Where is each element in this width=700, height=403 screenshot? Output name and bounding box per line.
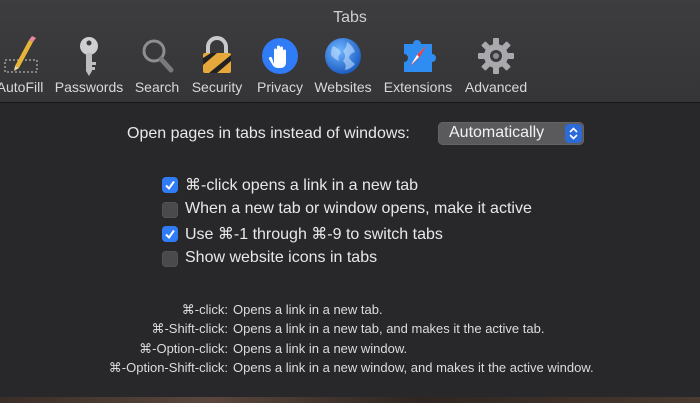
toolbar-item-passwords[interactable]: Passwords [54, 36, 124, 98]
shortcut-description: Opens a link in a new tab. [233, 302, 383, 317]
toolbar-item-advanced[interactable]: Advanced [464, 36, 528, 98]
toolbar-item-label: Security [191, 79, 243, 95]
shortcut-key: ⌘-Option-click: [139, 341, 228, 356]
toolbar-item-label: Privacy [257, 79, 303, 95]
shortcut-description: Opens a link in a new window. [233, 341, 408, 356]
open-pages-selected-value: Automatically [449, 124, 545, 141]
option-label: Use ⌘-1 through ⌘-9 to switch tabs [185, 226, 443, 243]
checkbox[interactable] [162, 177, 178, 193]
window-title: Tabs [333, 9, 367, 26]
key-icon [80, 37, 98, 76]
checkmark-icon [165, 229, 175, 240]
desktop-background-strip [0, 397, 700, 403]
open-pages-label: Open pages in tabs instead of windows: [127, 125, 410, 142]
checkbox[interactable] [162, 251, 178, 267]
shortcut-description: Opens a link in a new window, and makes … [233, 360, 594, 375]
globe-icon [325, 38, 361, 74]
shortcut-description: Opens a link in a new tab, and makes it … [233, 321, 545, 336]
checkmark-icon [165, 180, 175, 191]
magnifier-icon [142, 39, 174, 73]
toolbar-item-label: AutoFill [0, 79, 44, 95]
shortcut-help-row: ⌘-Shift-click: Opens a link in a new tab… [0, 321, 700, 339]
preferences-toolbar: Tabs AutoFill Passwords Search Security … [0, 0, 700, 103]
option-label: When a new tab or window opens, make it … [185, 200, 532, 217]
toolbar-item-label: Websites [314, 79, 372, 95]
shortcut-help-row: ⌘-Option-click: Opens a link in a new wi… [0, 341, 700, 359]
option-label: Show website icons in tabs [185, 249, 378, 266]
toolbar-item-label: Extensions [383, 79, 453, 95]
toolbar-item-label: Passwords [54, 79, 124, 95]
shortcut-help-row: ⌘-Option-Shift-click: Opens a link in a … [0, 360, 700, 378]
toolbar-item-privacy[interactable]: Privacy [255, 36, 305, 98]
shortcut-key: ⌘-Shift-click: [151, 321, 228, 336]
shortcut-key: ⌘-click: [181, 302, 228, 317]
shortcut-key: ⌘-Option-Shift-click: [108, 360, 228, 375]
toolbar-item-autofill[interactable]: AutoFill [0, 36, 46, 98]
shortcut-help-row: ⌘-click: Opens a link in a new tab. [0, 302, 700, 320]
open-pages-select[interactable]: Automatically [438, 122, 584, 145]
pencil-icon [4, 36, 38, 73]
toolbar-item-search[interactable]: Search [133, 36, 181, 98]
puzzle-compass-icon [404, 40, 436, 72]
chevron-up-down-icon [565, 124, 582, 143]
gear-icon [478, 38, 514, 74]
toolbar-item-websites[interactable]: Websites [313, 36, 373, 98]
checkbox[interactable] [162, 202, 178, 218]
padlock-icon [203, 36, 231, 73]
toolbar-item-extensions[interactable]: Extensions [382, 36, 454, 98]
toolbar-item-label: Search [134, 79, 180, 95]
option-label: ⌘-click opens a link in a new tab [185, 177, 418, 194]
toolbar-item-label: Advanced [464, 79, 528, 95]
checkbox[interactable] [162, 226, 178, 242]
preferences-window: Tabs AutoFill Passwords Search Security … [0, 0, 700, 397]
toolbar-item-security[interactable]: Security [188, 36, 246, 98]
hand-icon [262, 38, 298, 74]
